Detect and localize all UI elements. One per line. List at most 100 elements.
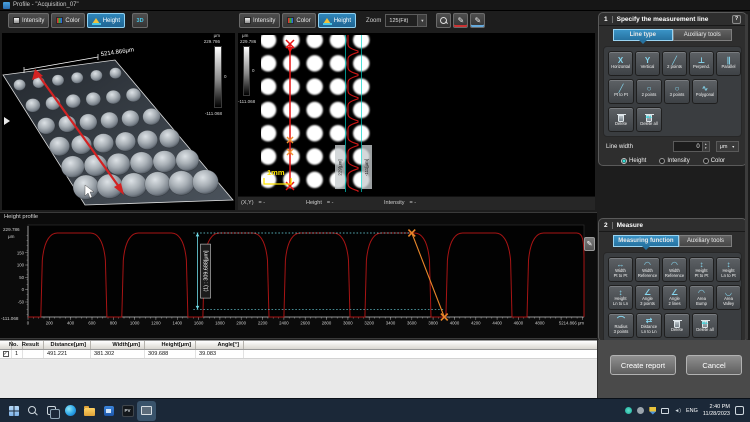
tab-measuring-function[interactable]: Measuring function (613, 235, 679, 247)
line-width-stepper[interactable]: ▲▼ (703, 141, 710, 152)
window-titlebar[interactable]: Profile - "Acquisition_07" (0, 0, 750, 11)
radio-height[interactable]: Height (621, 158, 646, 164)
row-checkbox[interactable]: ✓ (3, 351, 9, 357)
tool-angle-2-lines[interactable]: ∠Angle2 lines (662, 285, 687, 310)
taskbar-clock[interactable]: 2:40 PM 11/28/2023 (703, 404, 730, 417)
pv-app-icon: PV (122, 405, 134, 417)
tool-delete[interactable]: Delete (608, 107, 634, 132)
network-icon[interactable] (661, 408, 669, 414)
profile-preview-curve (348, 35, 358, 192)
svg-text:4200: 4200 (471, 321, 481, 326)
color-view-button[interactable]: Color (51, 13, 84, 28)
line-width-input[interactable]: 0 (673, 141, 703, 152)
tool-polygonal[interactable]: ∿Polygonal (692, 79, 718, 104)
tool-perpend[interactable]: ⊥Perpend. (689, 51, 714, 76)
3d-surface-view[interactable]: 5214.866μm μm 229.786 0 -111.068 (2, 33, 235, 210)
edit-profile-button[interactable]: ✎ (584, 237, 595, 251)
intensity-view-button-2d[interactable]: Intensity (239, 13, 280, 28)
panel-scrollbar[interactable] (745, 14, 748, 340)
height-profile-chart[interactable]: 0200400600800100012001400160018002000220… (0, 213, 597, 338)
tool-distance-ln-to-ln[interactable]: ⇄DistanceLn to Ln (636, 313, 662, 338)
tool-delete-all[interactable]: ALLDelete all (692, 313, 718, 338)
band-label-max: 229[μm] (335, 145, 345, 189)
radio-intensity[interactable]: Intensity (659, 158, 689, 164)
height-measure-label: (1) : 309.688[μm] (204, 250, 210, 292)
pencil-icon: ✎ (587, 240, 593, 248)
height-view-button[interactable]: Height (87, 13, 125, 28)
tool-height-pt-to-pt[interactable]: ↕HeightPt to Pt (689, 257, 714, 282)
tool-width-reference[interactable]: ◠WidthReference (635, 257, 660, 282)
tool-delete[interactable]: Delete (664, 313, 690, 338)
create-report-button[interactable]: Create report (610, 355, 676, 375)
dimension-label: 5214.866μm (100, 47, 134, 58)
tool-area-valley[interactable]: ◡AreaValley (716, 285, 741, 310)
2d-height-map-view[interactable]: μm 229.786 0 -111.068 1mm 229[μm] -111[μ… (238, 33, 595, 196)
cancel-button[interactable]: Cancel (686, 355, 742, 375)
table-header-result: Result (23, 341, 44, 349)
taskbar-search-button[interactable] (23, 401, 42, 421)
tool-width-reference[interactable]: ◠WidthReference (662, 257, 687, 282)
trash-icon (617, 113, 626, 122)
coordinate-status-bar: (X,Y)= - Height= - Intensity= - (238, 196, 595, 210)
tool-horizontal[interactable]: XHorizontal (608, 51, 633, 76)
tool-delete-all[interactable]: ALLDelete all (636, 107, 662, 132)
line-width-unit-dropdown[interactable]: μm ▼ (716, 141, 739, 152)
color-view-button-2d[interactable]: Color (282, 13, 315, 28)
task-view-button[interactable] (42, 401, 61, 421)
rotate-3d-button[interactable]: 3D (132, 13, 148, 28)
tab-auxiliary-tools-2[interactable]: Auxiliary tools (679, 235, 732, 247)
tool-angle-3-points[interactable]: ∠Angle3 points (635, 285, 660, 310)
file-explorer-button[interactable] (80, 401, 99, 421)
panel-specify-measurement-line: 1 Specify the measurement line ? Line ty… (598, 12, 747, 166)
active-app-button[interactable] (137, 401, 156, 421)
svg-text:3400: 3400 (386, 321, 396, 326)
tray-app-icon[interactable] (625, 407, 632, 414)
tray-app-icon-2[interactable] (637, 407, 644, 414)
tool-3-points[interactable]: ○3 points (664, 79, 690, 104)
security-shield-icon[interactable] (649, 407, 656, 415)
tool-height-ln-to-ln[interactable]: ↕HeightLn to Ln (608, 285, 633, 310)
help-button[interactable]: ? (732, 15, 741, 24)
colorbar3d-unit: μm (200, 33, 220, 38)
table-row[interactable]: ✓1491.221381.302309.68839.083 (0, 350, 597, 359)
height-view-button-2d[interactable]: Height (318, 13, 356, 28)
folder-icon (84, 408, 95, 416)
language-indicator[interactable]: ENG (686, 408, 698, 414)
tool-width-pt-to-pt[interactable]: ↔WidthPt to Pt (608, 257, 633, 282)
tool-parallel[interactable]: ∥Parallel (716, 51, 741, 76)
intensity-view-button[interactable]: Intensity (8, 13, 49, 28)
svg-text:800: 800 (110, 321, 118, 326)
tool-area-bump[interactable]: ◠AreaBump (689, 285, 714, 310)
draw-line-blue-button[interactable]: ✎ (470, 13, 485, 28)
magnifier-button[interactable] (436, 13, 451, 28)
tool-height-ln-to-pt[interactable]: ↕HeightLn to Pt (716, 257, 741, 282)
start-button[interactable] (4, 401, 23, 421)
edge-browser-button[interactable] (61, 401, 80, 421)
blue-app-button[interactable] (99, 401, 118, 421)
panel1-header: 1 Specify the measurement line ? (599, 13, 746, 26)
tool-row: ╱Pt to Pt○2 points○3 points∿Polygonal (608, 79, 741, 104)
notification-center-icon[interactable] (735, 406, 744, 415)
tool-vertical[interactable]: YVertical (635, 51, 660, 76)
svg-text:2600: 2600 (300, 321, 310, 326)
tab-line-type[interactable]: Line type (613, 29, 673, 41)
pv-app-button[interactable]: PV (118, 401, 137, 421)
colorbar2d-zero: 0 (252, 68, 255, 73)
application-window: Profile - "Acquisition_07" Intensity Col… (0, 0, 750, 422)
chevron-down-icon: ▼ (417, 15, 426, 26)
zoom-dropdown[interactable]: 125(Fit) ▼ (385, 14, 427, 27)
3d-dome-array: 5214.866μm (2, 33, 235, 210)
tool-radius-3-points[interactable]: ⌒Radius3 points (608, 313, 634, 338)
height-map-image[interactable]: 1mm 229[μm] -111[μm] (261, 35, 373, 192)
tool-pt-to-pt[interactable]: ╱Pt to Pt (608, 79, 634, 104)
tool-2-points[interactable]: ○2 points (636, 79, 662, 104)
tool-2-points[interactable]: ╱2 points (662, 51, 687, 76)
tool-row: DeleteALLDelete all (608, 107, 741, 132)
radio-color[interactable]: Color (703, 158, 725, 164)
draw-line-red-button[interactable]: ✎ (453, 13, 468, 28)
tab-auxiliary-tools[interactable]: Auxiliary tools (673, 29, 733, 41)
colorbar3d-min: -111.068 (190, 111, 222, 116)
app-icon (3, 2, 10, 9)
volume-icon[interactable]: ◄) (674, 408, 681, 414)
panel2-header: 2 Measure (599, 219, 746, 232)
